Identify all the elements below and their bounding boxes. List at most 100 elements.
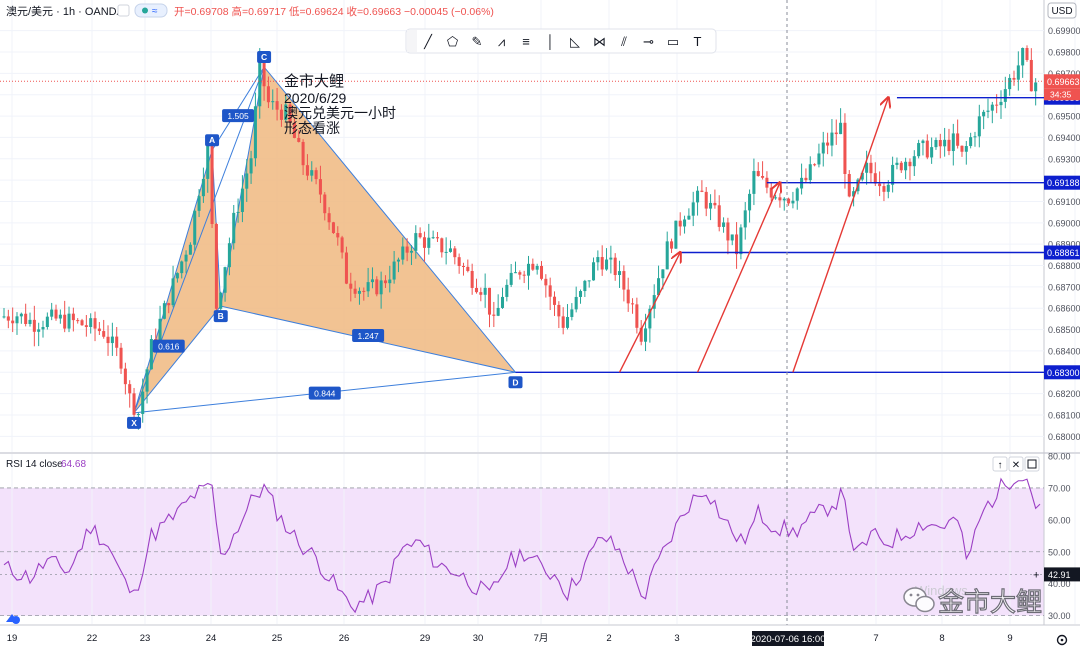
candle-body bbox=[414, 233, 418, 251]
symbol-label: 澳元/美元 · 1h · OANDA bbox=[6, 5, 125, 18]
candle-body bbox=[444, 251, 448, 253]
candle-body bbox=[821, 142, 825, 154]
candle-body bbox=[102, 331, 106, 337]
candle-body bbox=[1021, 47, 1025, 66]
candle-body bbox=[500, 296, 505, 308]
candle-body bbox=[32, 319, 36, 332]
candle-body bbox=[826, 142, 830, 146]
rsi-pane-controls: ↑ ✕ bbox=[992, 456, 1040, 472]
fib-fan-tool-button[interactable]: ⫽ bbox=[620, 34, 627, 49]
annotation-line-4: 形态看涨 bbox=[284, 120, 340, 136]
price-tick-label: 0.68100 bbox=[1048, 410, 1080, 420]
currency-button[interactable]: USD bbox=[1047, 2, 1077, 19]
time-tick-label: 26 bbox=[339, 633, 350, 644]
candle-body bbox=[596, 257, 600, 263]
harmonic-pattern-tool-button[interactable]: ⋈ bbox=[593, 34, 606, 49]
candle-body bbox=[696, 190, 700, 203]
candle-body bbox=[951, 133, 955, 152]
candle-body bbox=[349, 283, 353, 289]
candle-body bbox=[357, 290, 361, 294]
vertical-line-tool-button[interactable]: │ bbox=[546, 34, 554, 50]
price-tick-label: 0.69400 bbox=[1048, 133, 1080, 143]
price-tick-label: 0.68400 bbox=[1048, 346, 1080, 356]
pattern-tool-button[interactable]: ⩘ bbox=[498, 34, 505, 49]
candle-body bbox=[700, 190, 704, 192]
candle-body bbox=[791, 200, 795, 204]
rsi-legend: RSI 14 close 64.68 bbox=[6, 459, 86, 470]
candle-body bbox=[266, 86, 270, 103]
toolbar-drag-handle[interactable] bbox=[407, 30, 417, 52]
rsi-tick-label: 50.00 bbox=[1048, 547, 1071, 557]
move-up-button[interactable]: ↑ bbox=[992, 456, 1008, 472]
candle-body bbox=[301, 141, 305, 166]
candle-body bbox=[409, 250, 413, 253]
arrow-up-icon: ↑ bbox=[998, 460, 1003, 471]
candle-body bbox=[843, 122, 847, 175]
candle-body bbox=[314, 170, 318, 180]
pattern-point-c: C bbox=[257, 50, 272, 63]
candle-body bbox=[977, 116, 981, 137]
price-tick-label: 0.68700 bbox=[1048, 282, 1080, 292]
candle-body bbox=[483, 287, 487, 295]
settings-gear-icon[interactable] bbox=[1056, 634, 1068, 646]
candle-body bbox=[431, 237, 435, 239]
candle-body bbox=[327, 213, 331, 223]
candle-body bbox=[448, 248, 452, 252]
candle-body bbox=[206, 145, 210, 179]
harmonic-pattern-icon: ⋈ bbox=[593, 34, 606, 49]
add-alert-icon[interactable]: + bbox=[1033, 569, 1039, 581]
horizontal-ray-tool-button[interactable]: ⊸ bbox=[643, 34, 654, 49]
level-price-label: 0.68861 bbox=[1047, 248, 1080, 258]
candle-body bbox=[1008, 77, 1012, 90]
rectangle-tool-button[interactable]: ▭ bbox=[667, 34, 679, 49]
pattern-ratio: 0.616 bbox=[152, 339, 185, 353]
trend-line-tool-button[interactable]: ╱ bbox=[423, 33, 433, 50]
candle-body bbox=[587, 280, 591, 282]
tradingview-chart: 0.699000.698000.697000.696000.695000.694… bbox=[0, 0, 1080, 646]
candle-body bbox=[362, 290, 366, 292]
candle-body bbox=[388, 279, 392, 284]
candle-body bbox=[839, 122, 843, 135]
candle-body bbox=[214, 223, 218, 309]
candle-body bbox=[813, 164, 817, 166]
candle-body bbox=[817, 153, 821, 165]
pattern-point-label: C bbox=[261, 52, 267, 62]
maximize-pane-button[interactable] bbox=[1024, 456, 1040, 472]
candle-body bbox=[778, 197, 782, 201]
gann-tool-button[interactable]: ◺ bbox=[570, 34, 580, 49]
price-tick-label: 0.69800 bbox=[1048, 48, 1080, 58]
candle-body bbox=[1016, 65, 1020, 80]
candle-body bbox=[162, 303, 166, 319]
candle-body bbox=[756, 171, 760, 177]
rsi-marker-label: 42.91 bbox=[1048, 570, 1071, 580]
price-tick-label: 0.68500 bbox=[1048, 325, 1080, 335]
candle-body bbox=[934, 140, 938, 148]
status-pill[interactable]: ≈ bbox=[134, 3, 168, 18]
candle-body bbox=[76, 320, 80, 322]
candle-body bbox=[982, 111, 986, 117]
close-pane-button[interactable]: ✕ bbox=[1008, 456, 1024, 472]
candle-body bbox=[366, 282, 370, 292]
candle-body bbox=[45, 316, 49, 328]
fib-retracement-tool-button[interactable]: ⬠ bbox=[447, 34, 459, 49]
candle-body bbox=[331, 222, 335, 234]
candle-body bbox=[552, 296, 557, 305]
level-price-label: 0.68300 bbox=[1047, 368, 1080, 378]
pattern-ratio-label: 0.616 bbox=[158, 342, 180, 352]
visibility-toggle[interactable] bbox=[117, 4, 130, 17]
rsi-tick-label: 30.00 bbox=[1048, 611, 1071, 621]
parallel-channel-tool-button[interactable]: ≡ bbox=[522, 34, 530, 49]
candle-body bbox=[427, 237, 431, 248]
candle-body bbox=[891, 164, 895, 185]
text-tool-button[interactable]: T bbox=[694, 34, 702, 49]
candle-body bbox=[735, 234, 739, 255]
candle-body bbox=[71, 313, 75, 321]
brush-tool-button[interactable]: ✎ bbox=[472, 34, 483, 49]
time-tick-label: 3 bbox=[674, 633, 679, 644]
current-price-label: 0.69663 bbox=[1047, 77, 1080, 87]
candle-body bbox=[531, 263, 535, 270]
time-tick-label: 8 bbox=[939, 633, 944, 644]
text-icon: T bbox=[694, 34, 702, 49]
candle-body bbox=[795, 188, 799, 201]
candle-body bbox=[496, 307, 500, 316]
